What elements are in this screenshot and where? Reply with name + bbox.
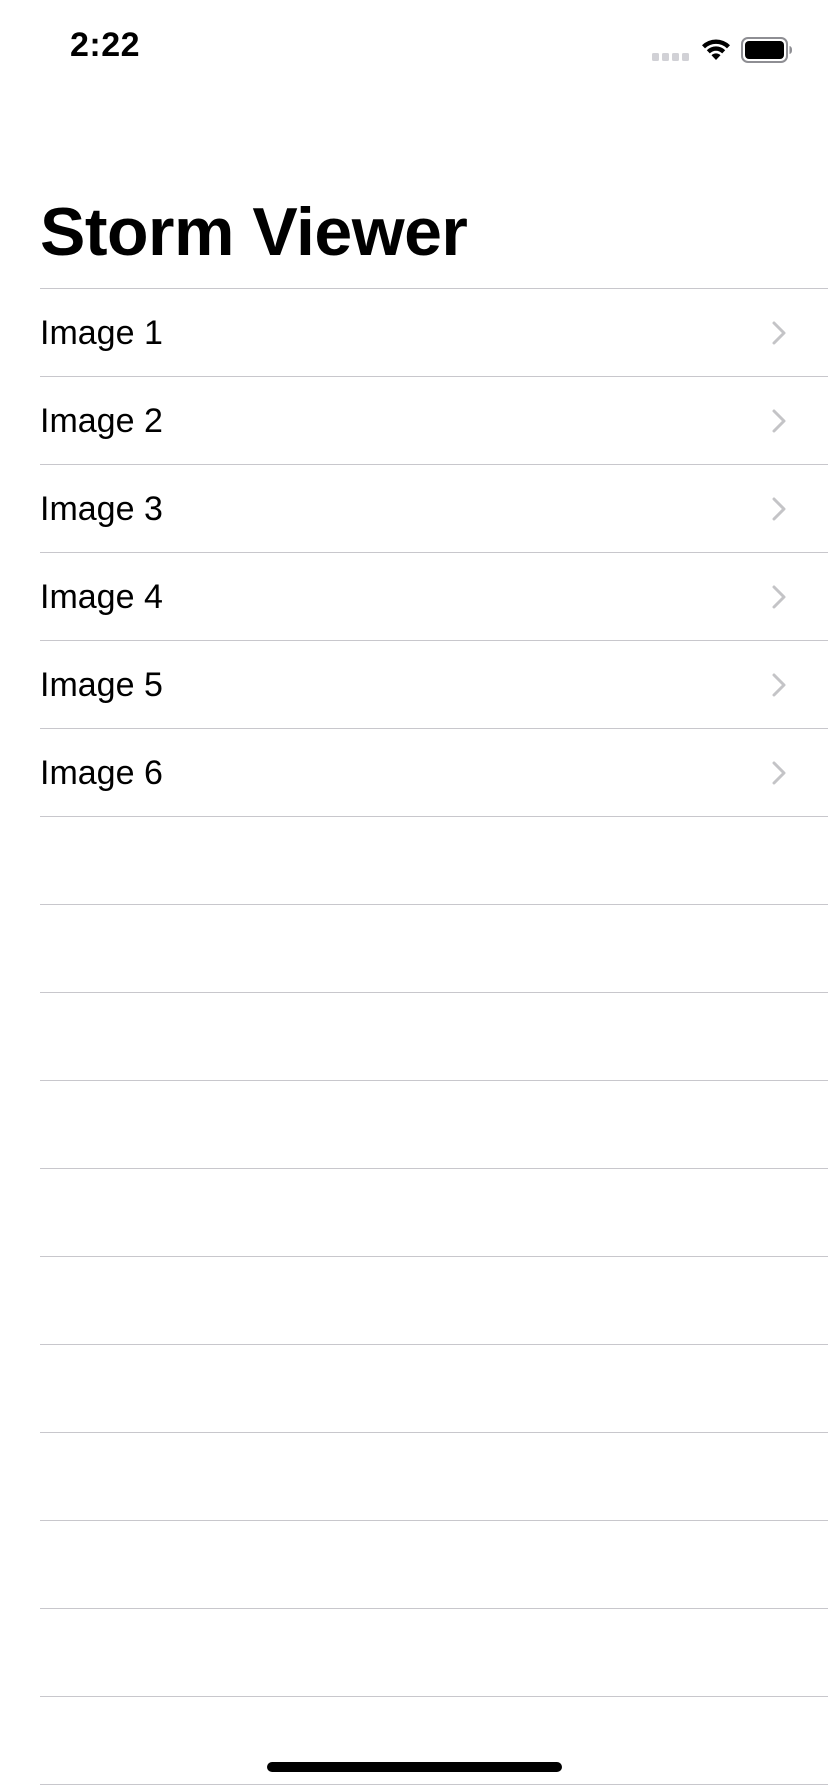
list-item-label: Image 1	[40, 314, 163, 352]
image-list: Image 1 Image 2 Image 3 Image 4 Image 5 …	[0, 288, 828, 1785]
list-item-image-4[interactable]: Image 4	[40, 553, 828, 641]
list-item-label: Image 3	[40, 490, 163, 528]
status-bar: 2:22	[0, 0, 828, 100]
empty-table-row	[40, 817, 828, 905]
list-item-image-5[interactable]: Image 5	[40, 641, 828, 729]
empty-table-row	[40, 1609, 828, 1697]
list-item-label: Image 5	[40, 666, 163, 704]
page-title: Storm Viewer	[40, 194, 468, 270]
empty-table-row	[40, 905, 828, 993]
battery-full-icon	[741, 37, 792, 63]
empty-table-row	[40, 1169, 828, 1257]
list-item-image-2[interactable]: Image 2	[40, 377, 828, 465]
empty-table-row	[40, 993, 828, 1081]
empty-table-row	[40, 1345, 828, 1433]
chevron-right-icon	[772, 673, 786, 697]
chevron-right-icon	[772, 761, 786, 785]
list-item-image-3[interactable]: Image 3	[40, 465, 828, 553]
cellular-signal-icon	[652, 53, 689, 61]
empty-table-row	[40, 1433, 828, 1521]
chevron-right-icon	[772, 585, 786, 609]
empty-table-row	[40, 1081, 828, 1169]
list-item-label: Image 6	[40, 754, 163, 792]
empty-table-row	[40, 1257, 828, 1345]
home-indicator[interactable]	[267, 1762, 562, 1772]
list-item-label: Image 4	[40, 578, 163, 616]
list-item-label: Image 2	[40, 402, 163, 440]
list-item-image-1[interactable]: Image 1	[40, 289, 828, 377]
empty-table-row	[40, 1521, 828, 1609]
wifi-icon	[702, 39, 730, 60]
status-time: 2:22	[70, 26, 141, 64]
chevron-right-icon	[772, 321, 786, 345]
list-item-image-6[interactable]: Image 6	[40, 729, 828, 817]
chevron-right-icon	[772, 409, 786, 433]
chevron-right-icon	[772, 497, 786, 521]
